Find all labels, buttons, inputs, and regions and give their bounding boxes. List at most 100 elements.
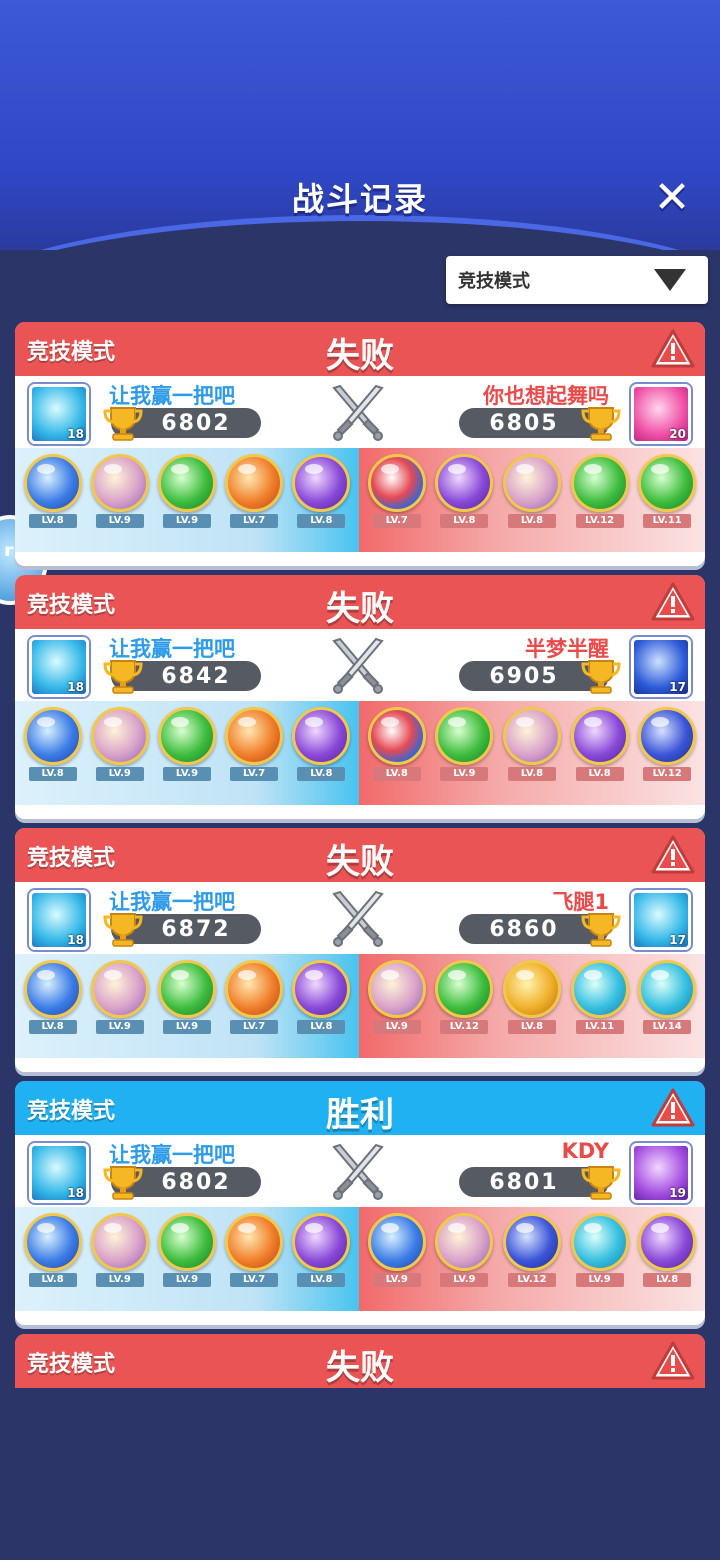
skill-orb: LV.12 <box>569 448 631 552</box>
match-card[interactable]: 竞技模式 胜利 18 让我赢一把吧 6802 KDY 6801 19 LV.8 LV.9 LV.9 L… <box>15 1081 705 1325</box>
skill-orb: LV.9 <box>156 1207 218 1311</box>
skill-icon <box>225 707 284 765</box>
match-players: 18 让我赢一把吧 6842 半梦半醒 6905 17 <box>15 629 705 701</box>
close-icon[interactable]: ✕ <box>648 174 696 222</box>
report-warning-icon[interactable] <box>651 581 695 623</box>
skill-level: LV.9 <box>162 767 211 781</box>
opponent-avatar[interactable]: 17 <box>631 890 691 950</box>
skill-orb: LV.11 <box>636 448 698 552</box>
trophy-icon <box>103 660 143 694</box>
match-card[interactable]: 竞技模式 失败 18 让我赢一把吧 6842 半梦半醒 6905 17 LV.8 LV.9 LV.9… <box>15 575 705 819</box>
skill-orb: LV.11 <box>569 954 631 1058</box>
skill-level: LV.9 <box>440 767 489 781</box>
skill-icon <box>157 960 216 1018</box>
skill-orb: LV.8 <box>501 954 563 1058</box>
skill-level: LV.7 <box>372 514 421 528</box>
skill-level: LV.12 <box>440 1020 489 1034</box>
match-header: 竞技模式 胜利 <box>15 1081 705 1135</box>
skill-orb: LV.7 <box>223 1207 285 1311</box>
opponent-avatar[interactable]: 19 <box>631 1143 691 1203</box>
skill-icon <box>225 960 284 1018</box>
skill-orb: LV.9 <box>156 954 218 1058</box>
report-warning-icon[interactable] <box>651 1340 695 1382</box>
skill-level: LV.8 <box>507 1020 556 1034</box>
crossed-swords-icon <box>332 384 384 441</box>
skill-level: LV.9 <box>372 1273 421 1287</box>
player-avatar[interactable]: 18 <box>29 890 89 950</box>
skill-icon <box>502 1213 561 1271</box>
match-players: 18 让我赢一把吧 6802 你也想起舞吗 6805 20 <box>15 376 705 448</box>
report-warning-icon[interactable] <box>651 834 695 876</box>
chevron-down-icon <box>654 269 686 291</box>
skill-orb: LV.9 <box>156 448 218 552</box>
skill-orb: LV.12 <box>433 954 495 1058</box>
skill-orb: LV.9 <box>156 701 218 805</box>
player-skills: LV.8 LV.9 LV.9 LV.7 LV.8 <box>15 448 359 552</box>
match-players: 18 让我赢一把吧 6802 KDY 6801 19 <box>15 1135 705 1207</box>
skill-orb: LV.8 <box>569 701 631 805</box>
player-avatar[interactable]: 18 <box>29 1143 89 1203</box>
match-result: 失败 <box>326 336 394 376</box>
skill-orb: LV.7 <box>223 954 285 1058</box>
match-card[interactable]: 竞技模式 失败 18 让我赢一把吧 6872 飞腿1 6860 17 LV.8 LV.9 LV.9 L… <box>15 828 705 1072</box>
skill-orb: LV.7 <box>366 448 428 552</box>
player-level: 18 <box>67 680 84 694</box>
trophy-icon <box>581 660 621 694</box>
skill-level: LV.11 <box>643 514 692 528</box>
skill-icon <box>90 960 149 1018</box>
skill-icon <box>23 707 82 765</box>
skill-icon <box>23 1213 82 1271</box>
skill-level: LV.8 <box>28 1273 77 1287</box>
player-avatar[interactable]: 18 <box>29 384 89 444</box>
match-result: 胜利 <box>326 1095 394 1135</box>
skill-level: LV.9 <box>162 1273 211 1287</box>
opponent-avatar[interactable]: 20 <box>631 384 691 444</box>
skill-orb: LV.9 <box>366 1207 428 1311</box>
skill-level: LV.8 <box>372 767 421 781</box>
player-level: 18 <box>67 427 84 441</box>
skill-orb: LV.9 <box>433 1207 495 1311</box>
skill-orb: LV.8 <box>22 1207 84 1311</box>
skill-icon <box>367 1213 426 1271</box>
skill-level: LV.8 <box>297 1020 346 1034</box>
skill-level: LV.9 <box>440 1273 489 1287</box>
match-result: 失败 <box>326 589 394 629</box>
opponent-avatar[interactable]: 17 <box>631 637 691 697</box>
skill-level: LV.14 <box>643 1020 692 1034</box>
skill-orb: LV.12 <box>636 701 698 805</box>
skill-row: LV.8 LV.9 LV.9 LV.7 LV.8 LV.7 LV.8 LV.8 LV.12 LV.… <box>15 448 705 552</box>
opponent-skills: LV.9 LV.9 LV.12 LV.9 LV.8 <box>359 1207 705 1311</box>
skill-level: LV.7 <box>230 1020 279 1034</box>
skill-icon <box>225 454 284 512</box>
skill-icon <box>502 454 561 512</box>
skill-icon <box>435 1213 494 1271</box>
skill-icon <box>367 960 426 1018</box>
player-avatar[interactable]: 18 <box>29 637 89 697</box>
crossed-swords-icon <box>332 1143 384 1200</box>
match-card[interactable]: 竞技模式 失败 18 让我赢一把吧 6802 你也想起舞吗 6805 20 LV.8 LV.9 LV… <box>15 322 705 566</box>
skill-orb: LV.8 <box>290 1207 352 1311</box>
skill-orb: LV.8 <box>290 954 352 1058</box>
skill-orb: LV.8 <box>22 954 84 1058</box>
trophy-icon <box>103 1166 143 1200</box>
skill-orb: LV.8 <box>501 448 563 552</box>
skill-icon <box>638 960 697 1018</box>
skill-orb: LV.8 <box>366 701 428 805</box>
skill-icon <box>367 707 426 765</box>
skill-icon <box>157 454 216 512</box>
report-warning-icon[interactable] <box>651 1087 695 1129</box>
skill-level: LV.12 <box>643 767 692 781</box>
skill-level: LV.9 <box>95 1273 144 1287</box>
opponent-level: 17 <box>669 933 686 947</box>
skill-level: LV.12 <box>575 514 624 528</box>
match-result: 失败 <box>326 842 394 882</box>
skill-icon <box>502 960 561 1018</box>
skill-orb: LV.8 <box>22 701 84 805</box>
skill-level: LV.8 <box>28 767 77 781</box>
skill-orb: LV.14 <box>636 954 698 1058</box>
report-warning-icon[interactable] <box>651 328 695 370</box>
mode-filter-dropdown[interactable]: 竞技模式 <box>446 256 708 304</box>
skill-orb: LV.9 <box>569 1207 631 1311</box>
match-card[interactable]: 竞技模式 失败 <box>15 1334 705 1388</box>
skill-level: LV.7 <box>230 1273 279 1287</box>
